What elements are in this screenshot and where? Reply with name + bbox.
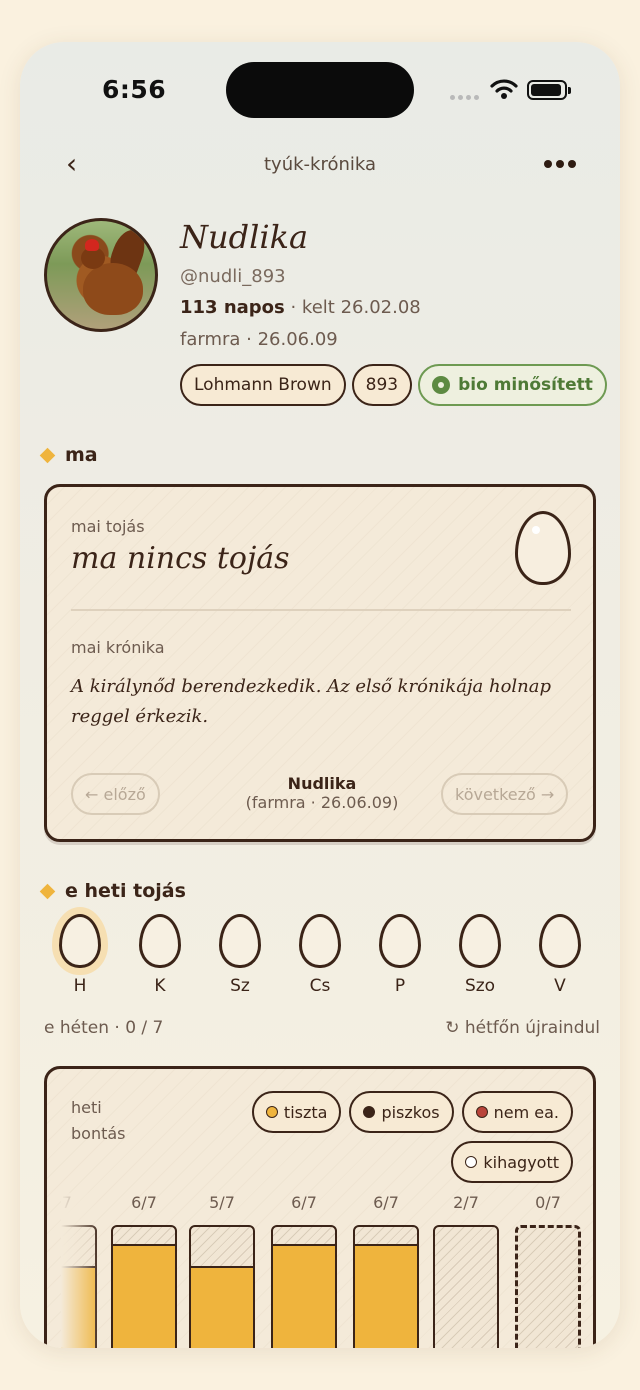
scroll-fade: [61, 1193, 101, 1348]
legend-dirty[interactable]: piszkos: [349, 1091, 454, 1133]
week-days: H K Sz Cs P Szo V: [46, 914, 606, 1004]
bar-value-label: 5/7: [209, 1193, 235, 1212]
bar-value-label: 6/7: [373, 1193, 399, 1212]
bar-chart: /76/75/76/76/72/70/7: [61, 1193, 581, 1348]
weekly-breakdown-card: heti bontás tiszta piszkos nem ea. kihagy…: [44, 1066, 596, 1348]
divider: [71, 609, 571, 611]
egg-icon: [219, 914, 261, 968]
diamond-icon: [39, 883, 56, 899]
hen-handle: @nudli_893: [180, 266, 286, 287]
battery-icon: [527, 80, 571, 100]
egg-icon: [459, 914, 501, 968]
day-egg-mon[interactable]: H: [50, 914, 110, 996]
egg-icon: [539, 914, 581, 968]
egg-icon: [299, 914, 341, 968]
egg-status: ma nincs tojás: [71, 541, 290, 576]
legend: tiszta piszkos nem ea. kihagyott: [243, 1091, 573, 1183]
legend-dot-icon: [475, 1106, 488, 1118]
bar-box: [189, 1225, 255, 1348]
pager-name: Nudlika: [287, 774, 357, 793]
next-button[interactable]: következő →: [441, 773, 569, 815]
chronicle-text: A királynőd berendezkedik. Az első króni…: [71, 676, 552, 727]
legend-dot-icon: [363, 1106, 376, 1118]
egg-icon: [515, 511, 571, 585]
dynamic-island: [226, 62, 414, 118]
week-heading: e heti tojás: [39, 880, 186, 902]
today-card: mai tojás ma nincs tojás mai krónika A k…: [44, 484, 596, 842]
bar-week-6[interactable]: 0/7: [515, 1193, 581, 1348]
bar-fill: [273, 1244, 335, 1348]
today-heading: ma: [39, 444, 98, 466]
status-bar: 6:56: [20, 42, 620, 142]
day-egg-tue[interactable]: K: [130, 914, 190, 996]
bar-week-5[interactable]: 2/7: [433, 1193, 499, 1348]
week-footer: e héten · 0 / 7 ↻ hétfőn újraindul: [44, 1018, 600, 1038]
bar-week-2[interactable]: 5/7: [189, 1193, 255, 1348]
day-egg-sat[interactable]: Szo: [450, 914, 510, 996]
bar-value-label: 6/7: [291, 1193, 317, 1212]
hen-age: 113 napos · kelt 26.02.08: [180, 297, 421, 318]
pager-info: Nudlika (farmra · 26.06.09): [197, 774, 447, 812]
breakdown-title: heti bontás: [71, 1098, 126, 1143]
day-egg-sun[interactable]: V: [530, 914, 590, 996]
bar-box: [353, 1225, 419, 1348]
bar-value-label: 6/7: [131, 1193, 157, 1212]
more-options-icon[interactable]: [544, 160, 576, 168]
bar-fill: [355, 1244, 417, 1348]
chronicle-label: mai krónika: [71, 638, 165, 657]
number-chip[interactable]: 893: [351, 364, 413, 406]
bar-box: [433, 1225, 499, 1348]
signal-icon: [450, 95, 479, 100]
bio-dot-icon: [432, 376, 451, 394]
legend-dot-icon: [265, 1106, 278, 1118]
bar-week-1[interactable]: 6/7: [111, 1193, 177, 1348]
egg-icon: [139, 914, 181, 968]
legend-none[interactable]: nem ea.: [461, 1091, 573, 1133]
legend-skipped[interactable]: kihagyott: [451, 1141, 573, 1183]
profile-chips: Lohmann Brown 893 bio minősített: [180, 364, 607, 406]
bar-value-label: 2/7: [453, 1193, 479, 1212]
hen-avatar: [44, 218, 158, 332]
diamond-icon: [39, 447, 56, 463]
bar-box: [111, 1225, 177, 1348]
day-egg-wed[interactable]: Sz: [210, 914, 270, 996]
pager-date: (farmra · 26.06.09): [245, 793, 399, 812]
bio-chip[interactable]: bio minősített: [418, 364, 607, 406]
week-progress: e héten · 0 / 7: [44, 1018, 164, 1038]
bar-week-3[interactable]: 6/7: [271, 1193, 337, 1348]
bar-fill: [191, 1266, 253, 1348]
reset-note: ↻ hétfőn újraindul: [445, 1018, 600, 1038]
bar-fill: [113, 1244, 175, 1348]
status-time: 6:56: [102, 75, 167, 104]
egg-icon: [59, 914, 101, 968]
previous-button[interactable]: ← előző: [71, 773, 160, 815]
hen-name: Nudlika: [180, 218, 309, 256]
day-egg-thu[interactable]: Cs: [290, 914, 350, 996]
day-egg-fri[interactable]: P: [370, 914, 430, 996]
bar-value-label: 0/7: [535, 1193, 561, 1212]
egg-label: mai tojás: [71, 517, 145, 536]
legend-clean[interactable]: tiszta: [251, 1091, 342, 1133]
nav-bar: ‹ tyúk-krónika: [20, 142, 620, 188]
bar-week-4[interactable]: 6/7: [353, 1193, 419, 1348]
breed-chip[interactable]: Lohmann Brown: [180, 364, 346, 406]
farm-date: farmra · 26.06.09: [180, 329, 338, 350]
wifi-icon: [490, 79, 518, 99]
bar-box: [515, 1225, 581, 1348]
nav-title: tyúk-krónika: [263, 154, 377, 175]
bar-box: [271, 1225, 337, 1348]
egg-icon: [379, 914, 421, 968]
phone-screen: 6:56 ‹ tyúk-krónika Nudlika @nudli_893 1…: [20, 42, 620, 1348]
legend-dot-icon: [465, 1156, 478, 1168]
